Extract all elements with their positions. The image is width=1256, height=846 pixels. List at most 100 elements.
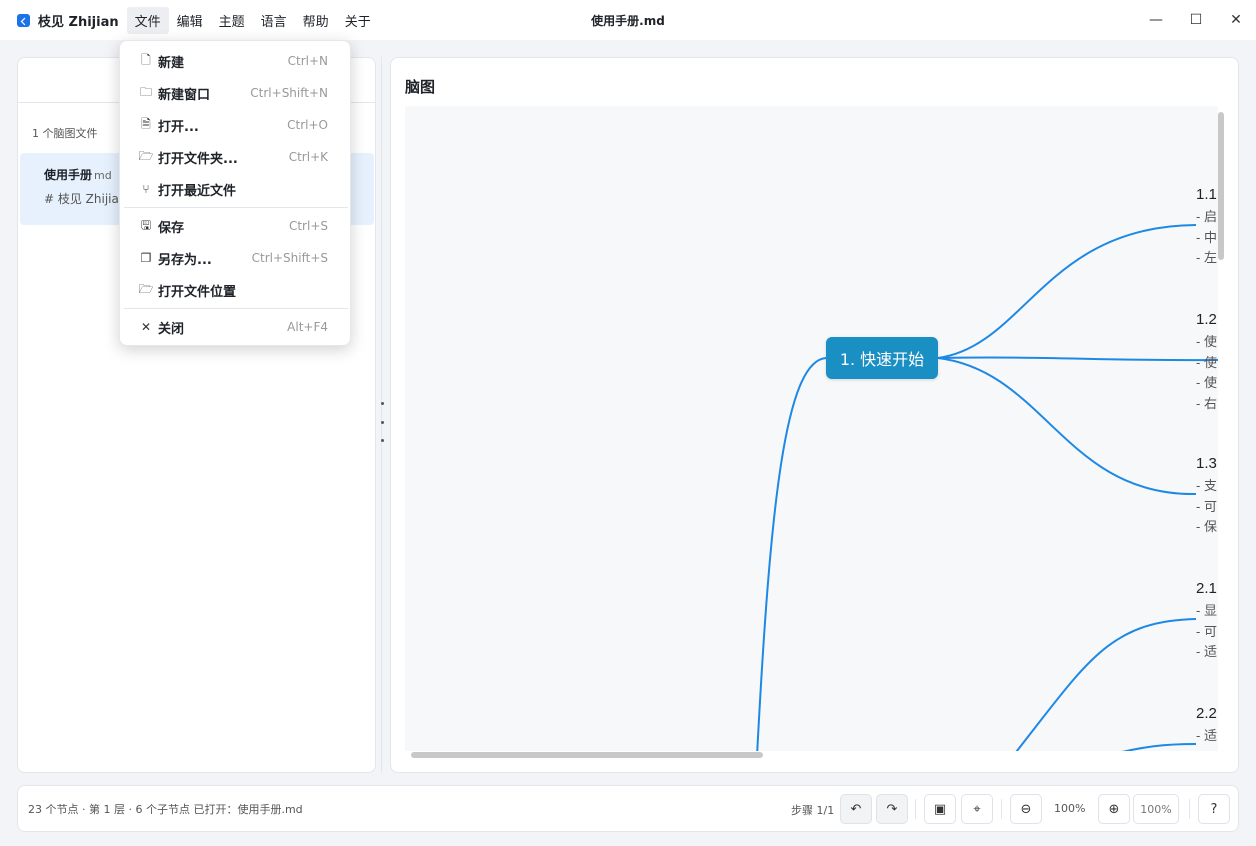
- branch-line: - 保: [1196, 519, 1217, 534]
- menu-item-label: 打开...: [158, 119, 199, 135]
- panel-title: 脑图: [405, 78, 436, 96]
- menu-theme[interactable]: 主题: [211, 7, 253, 34]
- undo-button[interactable]: ↶: [840, 794, 872, 824]
- minimize-button[interactable]: —: [1136, 0, 1176, 40]
- link-root-1-2: [937, 356, 1218, 362]
- branch-node[interactable]: 2.2 - 适: [1196, 705, 1217, 747]
- file-item-name: 使用手册 md: [44, 166, 112, 183]
- menu-item-save[interactable]: 🖫 保存 Ctrl+S: [124, 212, 348, 240]
- menu-item-label: 打开文件位置: [158, 284, 237, 300]
- zoom-in-button[interactable]: ⊕: [1098, 794, 1130, 824]
- branch-line: - 左: [1196, 250, 1217, 265]
- zoom-level: 100%: [1054, 802, 1086, 815]
- branch-line: - 使: [1196, 354, 1217, 370]
- branch-line: - 显: [1196, 603, 1217, 618]
- branch-title: 2.2: [1196, 705, 1217, 722]
- divider: [1001, 799, 1002, 819]
- menu-item-recent[interactable]: ⑂ 打开最近文件: [124, 175, 348, 203]
- branch-node[interactable]: 1.2 - 使 - 使 - 使 - 右: [1196, 311, 1217, 414]
- zoom-out-icon: ⊖: [1020, 801, 1032, 817]
- menu-item-shortcut: Ctrl+N: [287, 54, 328, 68]
- redo-icon: ↷: [886, 801, 898, 817]
- horizontal-scrollbar[interactable]: [411, 752, 763, 758]
- close-window-button[interactable]: ✕: [1216, 0, 1256, 40]
- locate-icon: ⌖: [973, 801, 981, 817]
- window-controls: — ☐ ✕: [1136, 0, 1256, 40]
- menu-item-close[interactable]: ✕ 关闭 Alt+F4: [124, 313, 348, 341]
- branch-title: 1.3: [1196, 455, 1217, 472]
- branch-line: - 使: [1196, 334, 1217, 349]
- link-parent-root: [756, 357, 827, 751]
- branch-line: - 中: [1196, 229, 1217, 245]
- menu-item-shortcut: Ctrl+O: [287, 118, 328, 132]
- branch-line: - 支: [1196, 478, 1217, 493]
- menu-about[interactable]: 关于: [337, 7, 379, 34]
- file-name-text: 使用手册: [44, 168, 93, 182]
- menu-item-shortcut: Ctrl+S: [288, 219, 328, 233]
- branch-line: - 启: [1196, 209, 1217, 224]
- menu-item-save-as[interactable]: ❐ 另存为... Ctrl+Shift+S: [124, 244, 348, 272]
- divider: [915, 799, 916, 819]
- link-2-2: [1121, 743, 1197, 751]
- status-info: 23 个节点 · 第 1 层 · 6 个子节点 已打开：使用手册.md: [28, 803, 303, 816]
- menu-item-open-folder[interactable]: 🗁 打开文件夹... Ctrl+K: [124, 143, 348, 171]
- image-icon: ▣: [933, 801, 947, 817]
- menu-help[interactable]: 帮助: [295, 7, 337, 34]
- branch-title: 1.1: [1196, 186, 1217, 203]
- redo-button[interactable]: ↷: [876, 794, 908, 824]
- app-name: 枝见 Zhijian: [38, 14, 119, 30]
- menu-item-shortcut: Ctrl+K: [288, 150, 328, 164]
- menu-item-label: 新建窗口: [158, 87, 211, 103]
- mindmap-canvas[interactable]: 1. 快速开始 1.1 - 启 - 中 - 左 1.2 - 使 - 使 - 使 …: [405, 106, 1218, 751]
- menu-item-shortcut: Ctrl+Shift+N: [250, 86, 328, 100]
- menu-file[interactable]: 文件: [126, 6, 169, 34]
- menu-separator: [124, 207, 348, 208]
- export-image-button[interactable]: ▣: [924, 794, 956, 824]
- reset-zoom-label: 100%: [1140, 802, 1172, 816]
- menu-item-shortcut: Ctrl+Shift+S: [251, 251, 328, 265]
- menu-item-new-window[interactable]: 🗀 新建窗口 Ctrl+Shift+N: [124, 79, 348, 107]
- open-folder-icon: 🗁: [138, 148, 154, 163]
- maximize-button[interactable]: ☐: [1176, 0, 1216, 40]
- link-root-1-1: [937, 224, 1197, 359]
- file-location-icon: 🗁: [138, 281, 154, 296]
- branch-line: - 适: [1196, 644, 1217, 659]
- title-bar: 枝见 Zhijian 文件 编辑 主题 语言 帮助 关于 使用手册.md — ☐…: [0, 0, 1256, 40]
- menu-item-label: 关闭: [158, 321, 185, 337]
- splitter-handle-icon[interactable]: [380, 402, 384, 442]
- menu-item-file-location[interactable]: 🗁 打开文件位置: [124, 276, 348, 304]
- menu-separator: [124, 308, 348, 309]
- branch-line: - 右: [1196, 395, 1217, 411]
- divider: [1189, 799, 1190, 819]
- menu-item-new[interactable]: 🗋 新建 Ctrl+N: [124, 47, 348, 75]
- help-icon: ?: [1210, 801, 1218, 817]
- zoom-out-button[interactable]: ⊖: [1010, 794, 1042, 824]
- new-window-icon: 🗀: [139, 84, 152, 99]
- file-ext: md: [94, 169, 112, 182]
- branch-title: 1.2: [1196, 311, 1217, 328]
- menu-language[interactable]: 语言: [253, 7, 295, 34]
- menu-item-label: 新建: [158, 55, 185, 71]
- branch-node[interactable]: 2.1 - 显 - 可 - 适: [1196, 580, 1217, 663]
- vertical-scrollbar[interactable]: [1218, 112, 1224, 260]
- menu-item-label: 另存为...: [158, 252, 212, 268]
- new-file-icon: 🗋: [141, 52, 151, 67]
- save-icon: 🖫: [140, 217, 152, 232]
- link-2-1: [1015, 618, 1197, 751]
- menu-edit[interactable]: 编辑: [169, 7, 211, 34]
- status-bar: 23 个节点 · 第 1 层 · 6 个子节点 已打开：使用手册.md 步骤 1…: [17, 785, 1239, 832]
- file-menu-dropdown: 🗋 新建 Ctrl+N 🗀 新建窗口 Ctrl+Shift+N 🗎 打开... …: [119, 40, 351, 346]
- step-label: 步骤 1/1: [791, 804, 835, 817]
- menu-item-label: 打开最近文件: [158, 183, 237, 199]
- branch-node[interactable]: 1.1 - 启 - 中 - 左: [1196, 186, 1217, 269]
- branch-line: - 适: [1196, 728, 1217, 743]
- locate-button[interactable]: ⌖: [961, 794, 993, 824]
- reset-zoom-button[interactable]: 100%: [1133, 794, 1179, 824]
- menu-item-shortcut: Alt+F4: [287, 320, 328, 334]
- root-node[interactable]: 1. 快速开始: [826, 337, 938, 379]
- menu-item-label: 打开文件夹...: [158, 151, 238, 167]
- menu-item-label: 保存: [158, 220, 185, 236]
- menu-item-open[interactable]: 🗎 打开... Ctrl+O: [124, 111, 348, 139]
- branch-node[interactable]: 1.3 - 支 - 可 - 保: [1196, 455, 1217, 538]
- help-button[interactable]: ?: [1198, 794, 1230, 824]
